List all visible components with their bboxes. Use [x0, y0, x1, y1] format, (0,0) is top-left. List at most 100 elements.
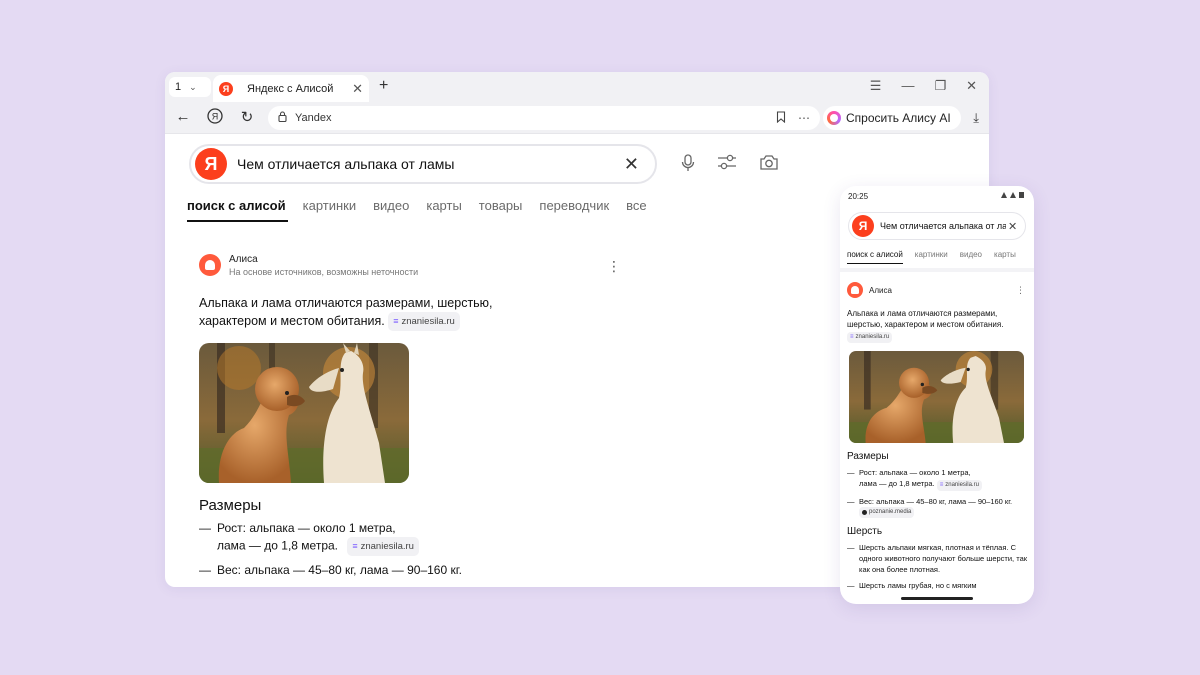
- tab-translator[interactable]: переводчик: [539, 198, 609, 213]
- answer-source-name: Алиса: [229, 254, 258, 265]
- wool-list: Шерсть альпаки мягкая, плотная и тёплая.…: [847, 542, 1029, 591]
- status-bar: 20:25: [840, 186, 1034, 206]
- close-tab-icon[interactable]: ✕: [352, 81, 363, 97]
- more-icon[interactable]: ⋯: [798, 111, 810, 126]
- microphone-icon[interactable]: [681, 154, 695, 177]
- phone-search-box[interactable]: Я Чем отличается альпака от ламы ✕: [848, 212, 1026, 240]
- search-tools: [681, 154, 779, 177]
- list-item: Шерсть альпаки мягкая, плотная и тёплая.…: [847, 542, 1029, 575]
- section-title-sizes: Размеры: [199, 497, 262, 514]
- source-chip[interactable]: poznanie.media: [859, 507, 915, 518]
- source-chip-label: znaniesila.ru: [360, 541, 414, 552]
- back-icon[interactable]: ←: [173, 108, 193, 125]
- search-nav-tabs: поиск с алисой картинки видео карты това…: [187, 198, 647, 222]
- browser-toolbar: ← Я ↻ Yandex ⋯ Спросить Алису AI ⤓: [165, 102, 989, 134]
- section-title-sizes: Размеры: [847, 451, 889, 462]
- source-chip-label: poznanie.media: [869, 509, 912, 515]
- more-vertical-icon[interactable]: ⋮: [607, 258, 621, 275]
- source-chip[interactable]: ≡ znaniesila.ru: [847, 332, 893, 343]
- source-icon: ≡: [393, 316, 399, 326]
- section-title-wool: Шерсть: [847, 526, 883, 537]
- tab-video[interactable]: видео: [960, 250, 982, 259]
- answer-lead-text: Альпака и лама отличаются размерами, шер…: [847, 309, 1004, 329]
- address-text: Yandex: [295, 112, 332, 124]
- yandex-logo-icon: Я: [219, 81, 233, 96]
- tab-images[interactable]: картинки: [915, 250, 948, 259]
- new-tab-icon[interactable]: +: [379, 77, 388, 95]
- phone-alice-answer: Алиса ⋮ Альпака и лама отличаются размер…: [847, 282, 1029, 596]
- lock-icon: [278, 111, 287, 125]
- answer-lead: Альпака и лама отличаются размерами, шер…: [199, 295, 559, 331]
- list-item-text: Рост: альпака — около 1 метра,: [859, 468, 971, 477]
- alice-icon: [827, 111, 841, 125]
- tab-bar: 1 ⌄ Я Яндекс с Алисой ✕ + ☰ — ❐ ✕: [165, 72, 989, 102]
- camera-search-icon[interactable]: [759, 154, 779, 177]
- answer-header: Алиса ⋮: [847, 282, 1029, 298]
- search-box[interactable]: Я Чем отличается альпака от ламы ✕: [189, 144, 657, 184]
- source-chip[interactable]: ≡ znaniesila.ru: [388, 312, 460, 331]
- bookmark-icon[interactable]: [776, 110, 786, 126]
- home-indicator[interactable]: [901, 597, 973, 600]
- sizes-list: Рост: альпака — около 1 метра, лама — до…: [199, 520, 659, 579]
- tab-maps[interactable]: карты: [426, 198, 461, 213]
- tab-alice-search[interactable]: поиск с алисой: [187, 198, 288, 222]
- address-bar[interactable]: Yandex ⋯: [268, 106, 820, 130]
- battery-icon: [1019, 192, 1024, 198]
- source-icon: [862, 510, 867, 515]
- tab-video[interactable]: видео: [373, 198, 409, 213]
- yandex-logo-icon[interactable]: Я: [852, 215, 874, 237]
- yandex-home-icon[interactable]: Я: [205, 108, 225, 128]
- source-icon: ≡: [352, 541, 358, 551]
- status-time: 20:25: [848, 192, 869, 201]
- ask-alice-button[interactable]: Спросить Алису AI: [823, 106, 961, 130]
- divider: [840, 268, 1034, 272]
- browser-tab[interactable]: Я Яндекс с Алисой ✕: [213, 75, 369, 102]
- answer-source-name: Алиса: [869, 285, 892, 295]
- reload-icon[interactable]: ↻: [237, 108, 257, 126]
- source-chip-label: znaniesila.ru: [401, 316, 455, 327]
- tab-images[interactable]: картинки: [303, 198, 357, 213]
- source-icon: ≡: [850, 334, 854, 340]
- menu-icon[interactable]: ☰: [870, 78, 882, 94]
- alpaca-llama-photo[interactable]: [199, 343, 409, 483]
- list-item: Вес: альпака — 45–80 кг, лама — 90–160 к…: [847, 496, 1029, 518]
- search-input[interactable]: Чем отличается альпака от ламы: [237, 156, 454, 172]
- source-icon: ≡: [939, 482, 944, 488]
- clear-icon[interactable]: ✕: [624, 154, 639, 175]
- source-chip[interactable]: ≡ znaniesila.ru: [347, 537, 419, 556]
- phone-search-input[interactable]: Чем отличается альпака от ламы: [880, 221, 1006, 231]
- tab-all[interactable]: все: [626, 198, 647, 213]
- download-icon[interactable]: ⤓: [973, 110, 979, 126]
- list-item-text: Рост: альпака — около 1 метра,: [217, 521, 396, 535]
- signal-icon: [1010, 192, 1016, 198]
- alice-logo-icon: [199, 254, 221, 276]
- alpaca-llama-photo[interactable]: [849, 351, 1024, 443]
- source-chip-label: znaniesila.ru: [945, 482, 979, 488]
- list-item: Рост: альпака — около 1 метра, лама — до…: [847, 467, 1029, 491]
- tab-maps[interactable]: карты: [994, 250, 1016, 259]
- list-item-text: Вес: альпака — 45–80 кг, лама — 90–160 к…: [859, 497, 1013, 506]
- source-chip[interactable]: ≡ znaniesila.ru: [936, 480, 982, 491]
- tab-products[interactable]: товары: [479, 198, 523, 213]
- list-item-text: Вес: альпака — 45–80 кг, лама — 90–160 к…: [217, 563, 462, 577]
- answer-disclaimer: На основе источников, возможны неточност…: [229, 267, 419, 277]
- answer-lead: Альпака и лама отличаются размерами, шер…: [847, 308, 1029, 343]
- wifi-icon: [1001, 192, 1007, 198]
- clear-icon[interactable]: ✕: [1008, 220, 1017, 233]
- close-window-icon[interactable]: ✕: [966, 78, 977, 94]
- yandex-logo-icon[interactable]: Я: [195, 148, 227, 180]
- minimize-icon[interactable]: —: [901, 78, 914, 94]
- restore-icon[interactable]: ❐: [934, 78, 946, 94]
- list-item-text: лама — до 1,8 метра.: [217, 538, 338, 553]
- tab-count-label: 1: [175, 81, 182, 93]
- sizes-list: Рост: альпака — около 1 метра, лама — до…: [847, 467, 1029, 518]
- tab-alice-search[interactable]: поиск с алисой: [847, 250, 903, 264]
- window-controls: ☰ — ❐ ✕: [870, 78, 977, 94]
- more-vertical-icon[interactable]: ⋮: [1016, 285, 1025, 296]
- svg-text:Я: Я: [212, 112, 219, 122]
- filters-icon[interactable]: [717, 154, 737, 177]
- tab-count-button[interactable]: 1 ⌄: [169, 77, 211, 97]
- tab-title: Яндекс с Алисой: [247, 82, 334, 95]
- signal-battery-icons: [1001, 192, 1024, 198]
- alice-logo-icon: [847, 282, 863, 298]
